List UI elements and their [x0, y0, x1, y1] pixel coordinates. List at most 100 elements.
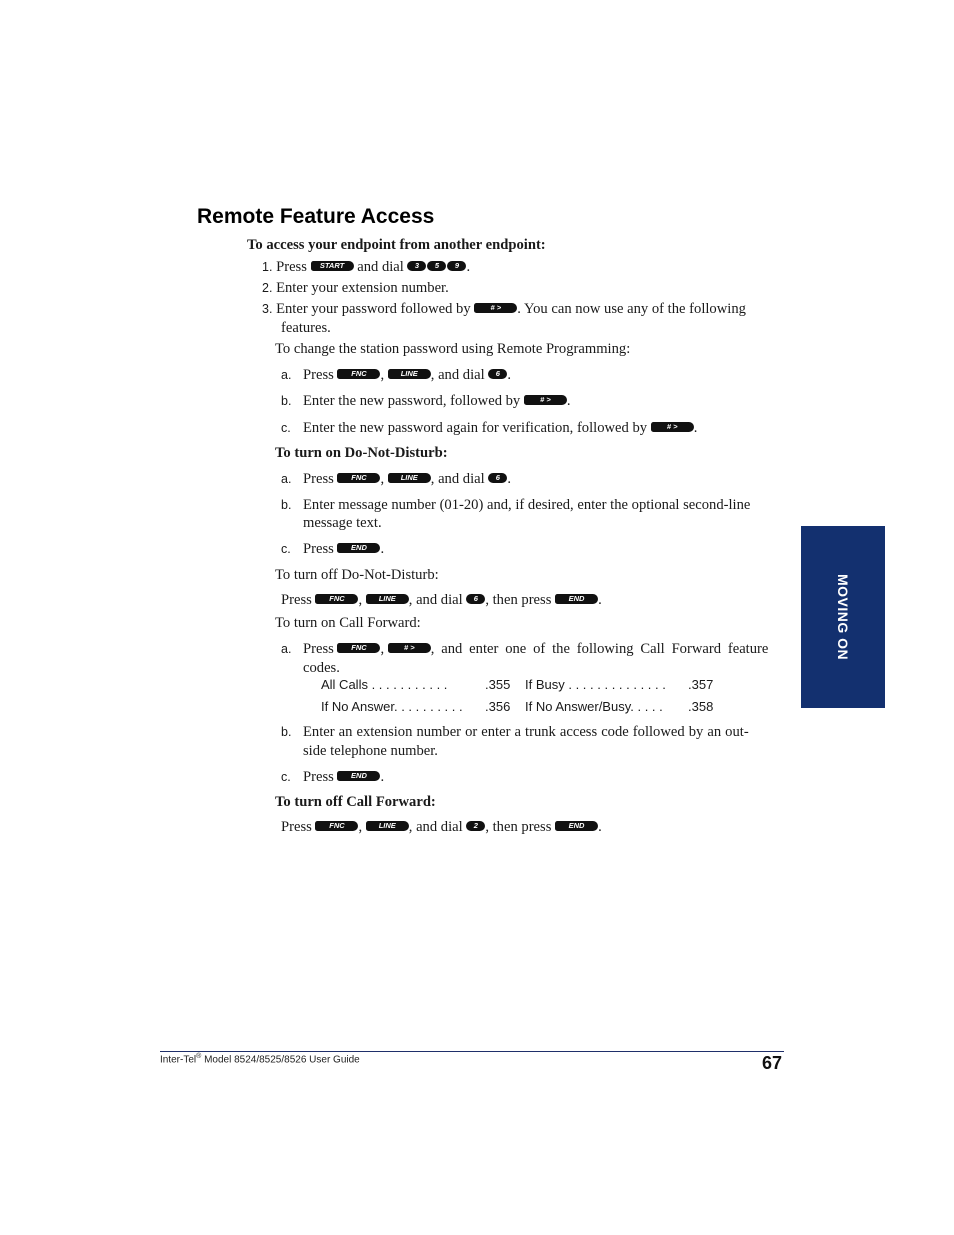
step-text: Enter the new password again for verific…: [303, 420, 648, 436]
digit-6-key-icon: 6: [488, 472, 508, 483]
step-text: , and dial: [430, 471, 485, 487]
digit-3-key-icon: 3: [407, 260, 427, 271]
code-value: .355: [485, 677, 511, 692]
dial-digits: 359: [407, 260, 467, 273]
cf-on-heading: To turn on Call Forward:: [275, 615, 421, 631]
step-text: , and enter one of the following Call Fo…: [430, 641, 769, 657]
pound-key-icon: # >: [387, 642, 431, 653]
step-text: , and dial: [408, 819, 463, 835]
step-number: 2.: [262, 281, 273, 295]
punct: .: [598, 819, 602, 835]
end-key-icon: END: [555, 593, 599, 604]
step-text: Press: [276, 259, 307, 275]
end-key-icon: END: [337, 770, 381, 781]
section-tab-label: MOVING ON: [835, 573, 851, 661]
code-label: If No Answer/Busy. . . . .: [525, 699, 663, 714]
step-text: , and dial: [430, 367, 485, 383]
code-value: .358: [688, 699, 714, 714]
dnd-on-step-c: c. Press END.: [281, 540, 384, 559]
line-key-icon: LINE: [365, 593, 409, 604]
start-key-icon: START: [310, 260, 354, 271]
fnc-key-icon: FNC: [337, 368, 381, 379]
punct: .: [466, 259, 471, 275]
page-number: 67: [762, 1053, 783, 1073]
footer-rule: [160, 1051, 784, 1052]
step-letter: b.: [281, 394, 292, 408]
fnc-key-icon: FNC: [315, 593, 359, 604]
code-label: If No Answer. . . . . . . . . .: [321, 699, 463, 714]
page-title: Remote Feature Access: [197, 205, 435, 228]
line-key-icon: LINE: [365, 820, 409, 831]
dnd-on-step-a: a. Press FNC, LINE, and dial 6.: [281, 471, 511, 487]
line-key-icon: LINE: [387, 368, 431, 379]
punct: .: [380, 541, 385, 557]
section-heading-access: To access your endpoint from another end…: [247, 237, 546, 253]
step-text: Press: [303, 769, 334, 785]
step-1: 1. Press START and dial 359.: [262, 258, 470, 277]
punct: .: [507, 471, 511, 487]
step-2: 2. Enter your extension number.: [262, 279, 449, 298]
step-letter: c.: [281, 770, 291, 784]
step-text: Enter your password followed by: [276, 301, 471, 317]
code-label: All Calls . . . . . . . . . . .: [321, 677, 448, 692]
step-letter: b.: [281, 725, 292, 739]
dnd-on-step-b: b. Enter message number (01-20) and, if d…: [281, 496, 750, 515]
punct: .: [507, 367, 511, 383]
dnd-on-step-b-continued: message text.: [303, 515, 382, 531]
step-letter: a.: [281, 368, 292, 382]
pound-key-icon: # >: [523, 394, 567, 405]
footer-title: Inter-Tel® Model 8524/8525/8526 User Gui…: [160, 1053, 360, 1065]
step-text: Press: [303, 541, 334, 557]
change-password-step-c: c. Enter the new password again for verif…: [281, 419, 697, 438]
step-text: , and dial: [408, 592, 463, 608]
punct: .: [380, 769, 385, 785]
footer-guide-name: Model 8524/8525/8526 User Guide: [201, 1054, 360, 1066]
cf-on-step-b: b. Enter an extension number or enter a t…: [281, 723, 749, 742]
step-text: Enter message number (01-20) and, if des…: [303, 497, 751, 513]
pound-key-icon: # >: [650, 421, 694, 432]
code-value: .357: [688, 677, 714, 692]
end-key-icon: END: [337, 542, 381, 553]
punct: .: [566, 393, 571, 409]
step-number: 3.: [262, 302, 273, 316]
step-text: and dial: [357, 259, 404, 275]
step-3-continued: features.: [281, 320, 331, 336]
pound-key-icon: # >: [474, 302, 518, 313]
step-letter: c.: [281, 421, 291, 435]
digit-2-key-icon: 2: [466, 820, 486, 831]
step-text: Enter an extension number or enter a tru…: [303, 724, 749, 740]
dnd-off-instruction: Press FNC, LINE, and dial 6, then press …: [281, 592, 602, 608]
digit-6-key-icon: 6: [488, 368, 508, 379]
change-password-step-b: b. Enter the new password, followed by # …: [281, 392, 571, 411]
footer-brand: Inter-Tel: [160, 1054, 197, 1066]
cf-on-step-c: c. Press END.: [281, 768, 384, 787]
cf-on-step-a-continued: codes.: [303, 660, 340, 676]
step-text: Enter the new password, followed by: [303, 393, 521, 409]
digit-6-key-icon: 6: [466, 593, 486, 604]
punct: .: [693, 420, 698, 436]
change-password-step-a: a. Press FNC, LINE, and dial 6.: [281, 367, 511, 383]
step-text: . You can now use any of the following: [517, 301, 746, 317]
step-number: 1.: [262, 260, 273, 274]
step-text: Press: [303, 367, 334, 383]
step-3: 3. Enter your password followed by # >. …: [262, 300, 746, 319]
cf-off-instruction: Press FNC, LINE, and dial 2, then press …: [281, 819, 602, 835]
dnd-off-heading: To turn off Do-Not-Disturb:: [275, 567, 439, 583]
change-password-heading: To change the station password using Rem…: [275, 341, 631, 357]
step-letter: a.: [281, 472, 292, 486]
step-text: , then press: [485, 819, 552, 835]
cf-on-step-a: a. Press FNC, # >, and enter one of the f…: [281, 641, 769, 657]
dnd-on-heading: To turn on Do-Not-Disturb:: [275, 445, 448, 461]
cf-on-step-b-continued: side telephone number.: [303, 743, 438, 759]
end-key-icon: END: [555, 820, 599, 831]
step-text: Press: [281, 819, 312, 835]
fnc-key-icon: FNC: [337, 642, 381, 653]
step-letter: c.: [281, 542, 291, 556]
code-label: If Busy . . . . . . . . . . . . . .: [525, 677, 666, 692]
step-letter: a.: [281, 642, 292, 656]
fnc-key-icon: FNC: [337, 472, 381, 483]
code-value: .356: [485, 699, 511, 714]
digit-5-key-icon: 5: [427, 260, 447, 271]
fnc-key-icon: FNC: [315, 820, 359, 831]
step-letter: b.: [281, 498, 292, 512]
